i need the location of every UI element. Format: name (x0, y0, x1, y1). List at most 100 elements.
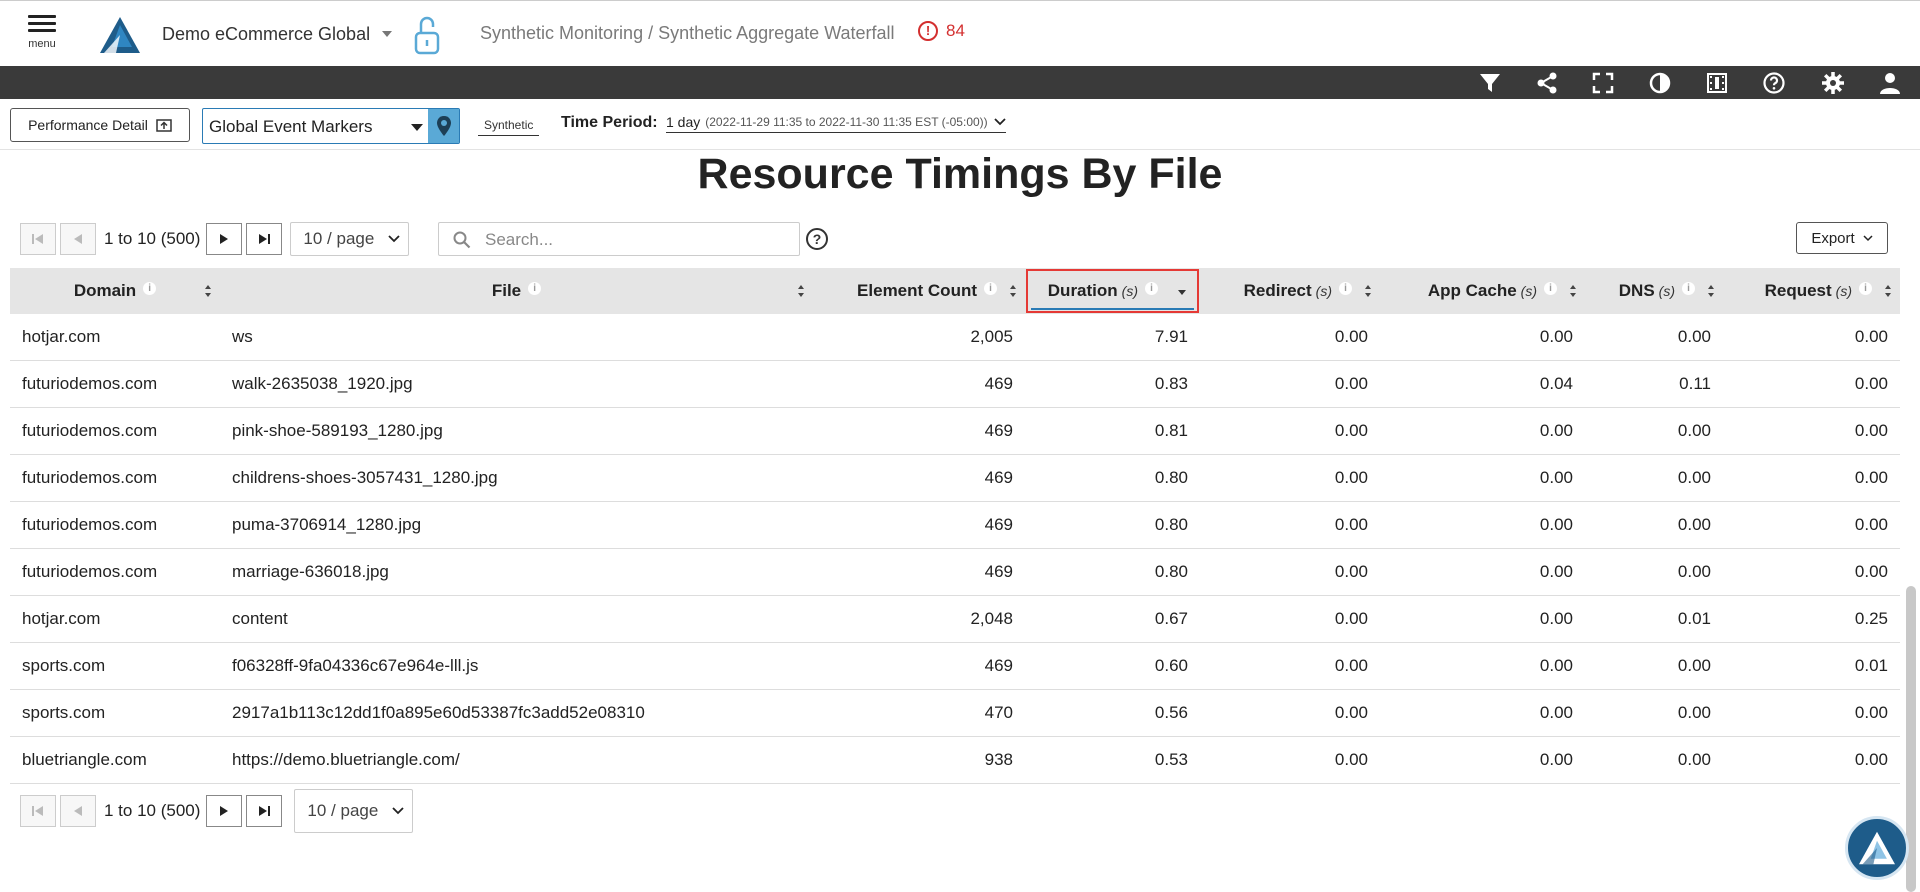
cell-domain: futuriodemos.com (10, 548, 220, 596)
cell-element-count: 469 (813, 548, 1025, 596)
table-row[interactable]: sports.com f06328ff-9fa04336c67e964e-lll… (10, 642, 1900, 690)
last-page-button[interactable] (246, 795, 283, 827)
prev-page-button[interactable] (60, 223, 96, 255)
alerts-indicator[interactable]: ! 84 (918, 21, 965, 41)
cell-redirect: 0.00 (1200, 501, 1380, 549)
cell-request: 0.25 (1723, 595, 1900, 643)
column-header-file[interactable]: File i (220, 268, 813, 314)
cell-request: 0.00 (1723, 501, 1900, 549)
cell-domain: futuriodemos.com (10, 501, 220, 549)
film-icon[interactable] (1705, 71, 1729, 95)
sort-icon[interactable] (204, 284, 212, 298)
cell-element-count: 469 (813, 642, 1025, 690)
sort-icon[interactable] (1884, 284, 1892, 298)
org-dropdown-icon[interactable] (382, 31, 392, 37)
column-header-app-cache[interactable]: App Cache (s) i (1380, 268, 1585, 314)
cell-request: 0.00 (1723, 548, 1900, 596)
fullscreen-icon[interactable] (1591, 71, 1615, 95)
sort-icon[interactable] (797, 284, 805, 298)
next-page-button[interactable] (206, 795, 243, 827)
menu-button[interactable]: menu (24, 13, 60, 63)
sort-descending-icon[interactable] (1178, 290, 1186, 295)
info-icon[interactable]: i (528, 281, 542, 295)
filter-icon[interactable] (1478, 71, 1502, 95)
cell-domain: futuriodemos.com (10, 360, 220, 408)
table-row[interactable]: futuriodemos.com walk-2635038_1920.jpg 4… (10, 360, 1900, 408)
info-icon[interactable]: i (1145, 281, 1158, 295)
next-page-button[interactable] (206, 223, 243, 255)
prev-page-button[interactable] (60, 795, 96, 827)
column-header-element-count[interactable]: Element Count i (813, 268, 1025, 314)
cell-app-cache: 0.00 (1380, 642, 1585, 690)
cell-dns: 0.00 (1585, 736, 1723, 784)
cell-file: https://demo.bluetriangle.com/ (220, 736, 813, 784)
table-row[interactable]: futuriodemos.com marriage-636018.jpg 469… (10, 548, 1900, 596)
table-row[interactable]: hotjar.com ws 2,005 7.91 0.00 0.00 0.00 … (10, 314, 1900, 361)
cell-domain: bluetriangle.com (10, 736, 220, 784)
info-icon[interactable]: i (143, 281, 157, 295)
gear-icon[interactable] (1821, 71, 1845, 95)
search-field[interactable] (438, 222, 800, 256)
last-page-button[interactable] (246, 223, 283, 255)
contrast-icon[interactable] (1648, 71, 1672, 95)
first-page-button[interactable] (20, 795, 56, 827)
per-page-select[interactable]: 10 / page (294, 789, 414, 833)
cell-redirect: 0.00 (1200, 548, 1380, 596)
export-button[interactable]: Export (1796, 222, 1888, 254)
time-period-select[interactable]: 1 day (2022-11-29 11:35 to 2022-11-30 11… (666, 114, 1006, 133)
hamburger-icon (28, 15, 56, 18)
cell-request: 0.00 (1723, 314, 1900, 361)
table-row[interactable]: bluetriangle.com https://demo.bluetriang… (10, 736, 1900, 784)
last-page-icon (259, 806, 271, 816)
table-row[interactable]: futuriodemos.com pink-shoe-589193_1280.j… (10, 407, 1900, 455)
table-row[interactable]: futuriodemos.com childrens-shoes-3057431… (10, 454, 1900, 502)
table-row[interactable]: sports.com 2917a1b113c12dd1f0a895e60d533… (10, 689, 1900, 737)
cell-redirect: 0.00 (1200, 642, 1380, 690)
search-input[interactable] (483, 227, 787, 253)
help-chat-button[interactable] (1845, 816, 1909, 880)
help-icon[interactable] (1762, 71, 1786, 95)
cell-app-cache: 0.00 (1380, 689, 1585, 737)
first-page-button[interactable] (20, 223, 56, 255)
top-header: menu Demo eCommerce Global Synthetic Mon… (0, 0, 1920, 67)
org-name: Demo eCommerce Global (162, 24, 371, 44)
pagination-top: 1 to 10 (500) 10 / page (20, 222, 410, 256)
tab-synthetic[interactable]: Synthetic (478, 116, 540, 136)
column-header-redirect[interactable]: Redirect (s) i (1200, 268, 1380, 314)
chevron-down-icon (1863, 234, 1873, 241)
column-header-duration[interactable]: Duration (s) i (1025, 268, 1200, 314)
unlock-icon[interactable] (412, 13, 442, 57)
info-icon[interactable]: i (1544, 281, 1557, 295)
map-pin-button[interactable] (428, 109, 459, 143)
event-markers-select[interactable]: Global Event Markers (202, 108, 460, 144)
column-header-domain[interactable]: Domain i (10, 268, 220, 314)
sort-icon[interactable] (1707, 284, 1715, 298)
info-icon[interactable]: i (1859, 281, 1872, 295)
table-row[interactable]: futuriodemos.com puma-3706914_1280.jpg 4… (10, 501, 1900, 549)
cell-duration: 0.80 (1025, 501, 1200, 549)
cell-element-count: 469 (813, 454, 1025, 502)
performance-detail-button[interactable]: Performance Detail (10, 108, 190, 142)
column-header-dns[interactable]: DNS (s) i (1585, 268, 1723, 314)
sort-icon[interactable] (1009, 284, 1017, 298)
next-page-icon (220, 806, 229, 816)
table-row[interactable]: hotjar.com content 2,048 0.67 0.00 0.00 … (10, 595, 1900, 643)
share-icon[interactable] (1535, 71, 1559, 95)
cell-file: childrens-shoes-3057431_1280.jpg (220, 454, 813, 502)
user-icon[interactable] (1878, 71, 1902, 95)
info-icon[interactable]: i (1682, 281, 1695, 295)
info-icon[interactable]: i (1339, 281, 1352, 295)
per-page-select[interactable]: 10 / page (290, 222, 410, 256)
cell-element-count: 938 (813, 736, 1025, 784)
cell-duration: 0.53 (1025, 736, 1200, 784)
info-icon[interactable]: i (984, 281, 997, 295)
search-help-icon[interactable]: ? (806, 228, 828, 250)
first-page-icon (32, 234, 43, 244)
cell-duration: 0.67 (1025, 595, 1200, 643)
sort-icon[interactable] (1364, 284, 1372, 298)
cell-redirect: 0.00 (1200, 736, 1380, 784)
sort-icon[interactable] (1569, 284, 1577, 298)
blue-triangle-logo-icon[interactable] (98, 15, 142, 55)
column-header-request[interactable]: Request (s) i (1723, 268, 1900, 314)
cell-file: 2917a1b113c12dd1f0a895e60d53387fc3add52e… (220, 689, 813, 737)
